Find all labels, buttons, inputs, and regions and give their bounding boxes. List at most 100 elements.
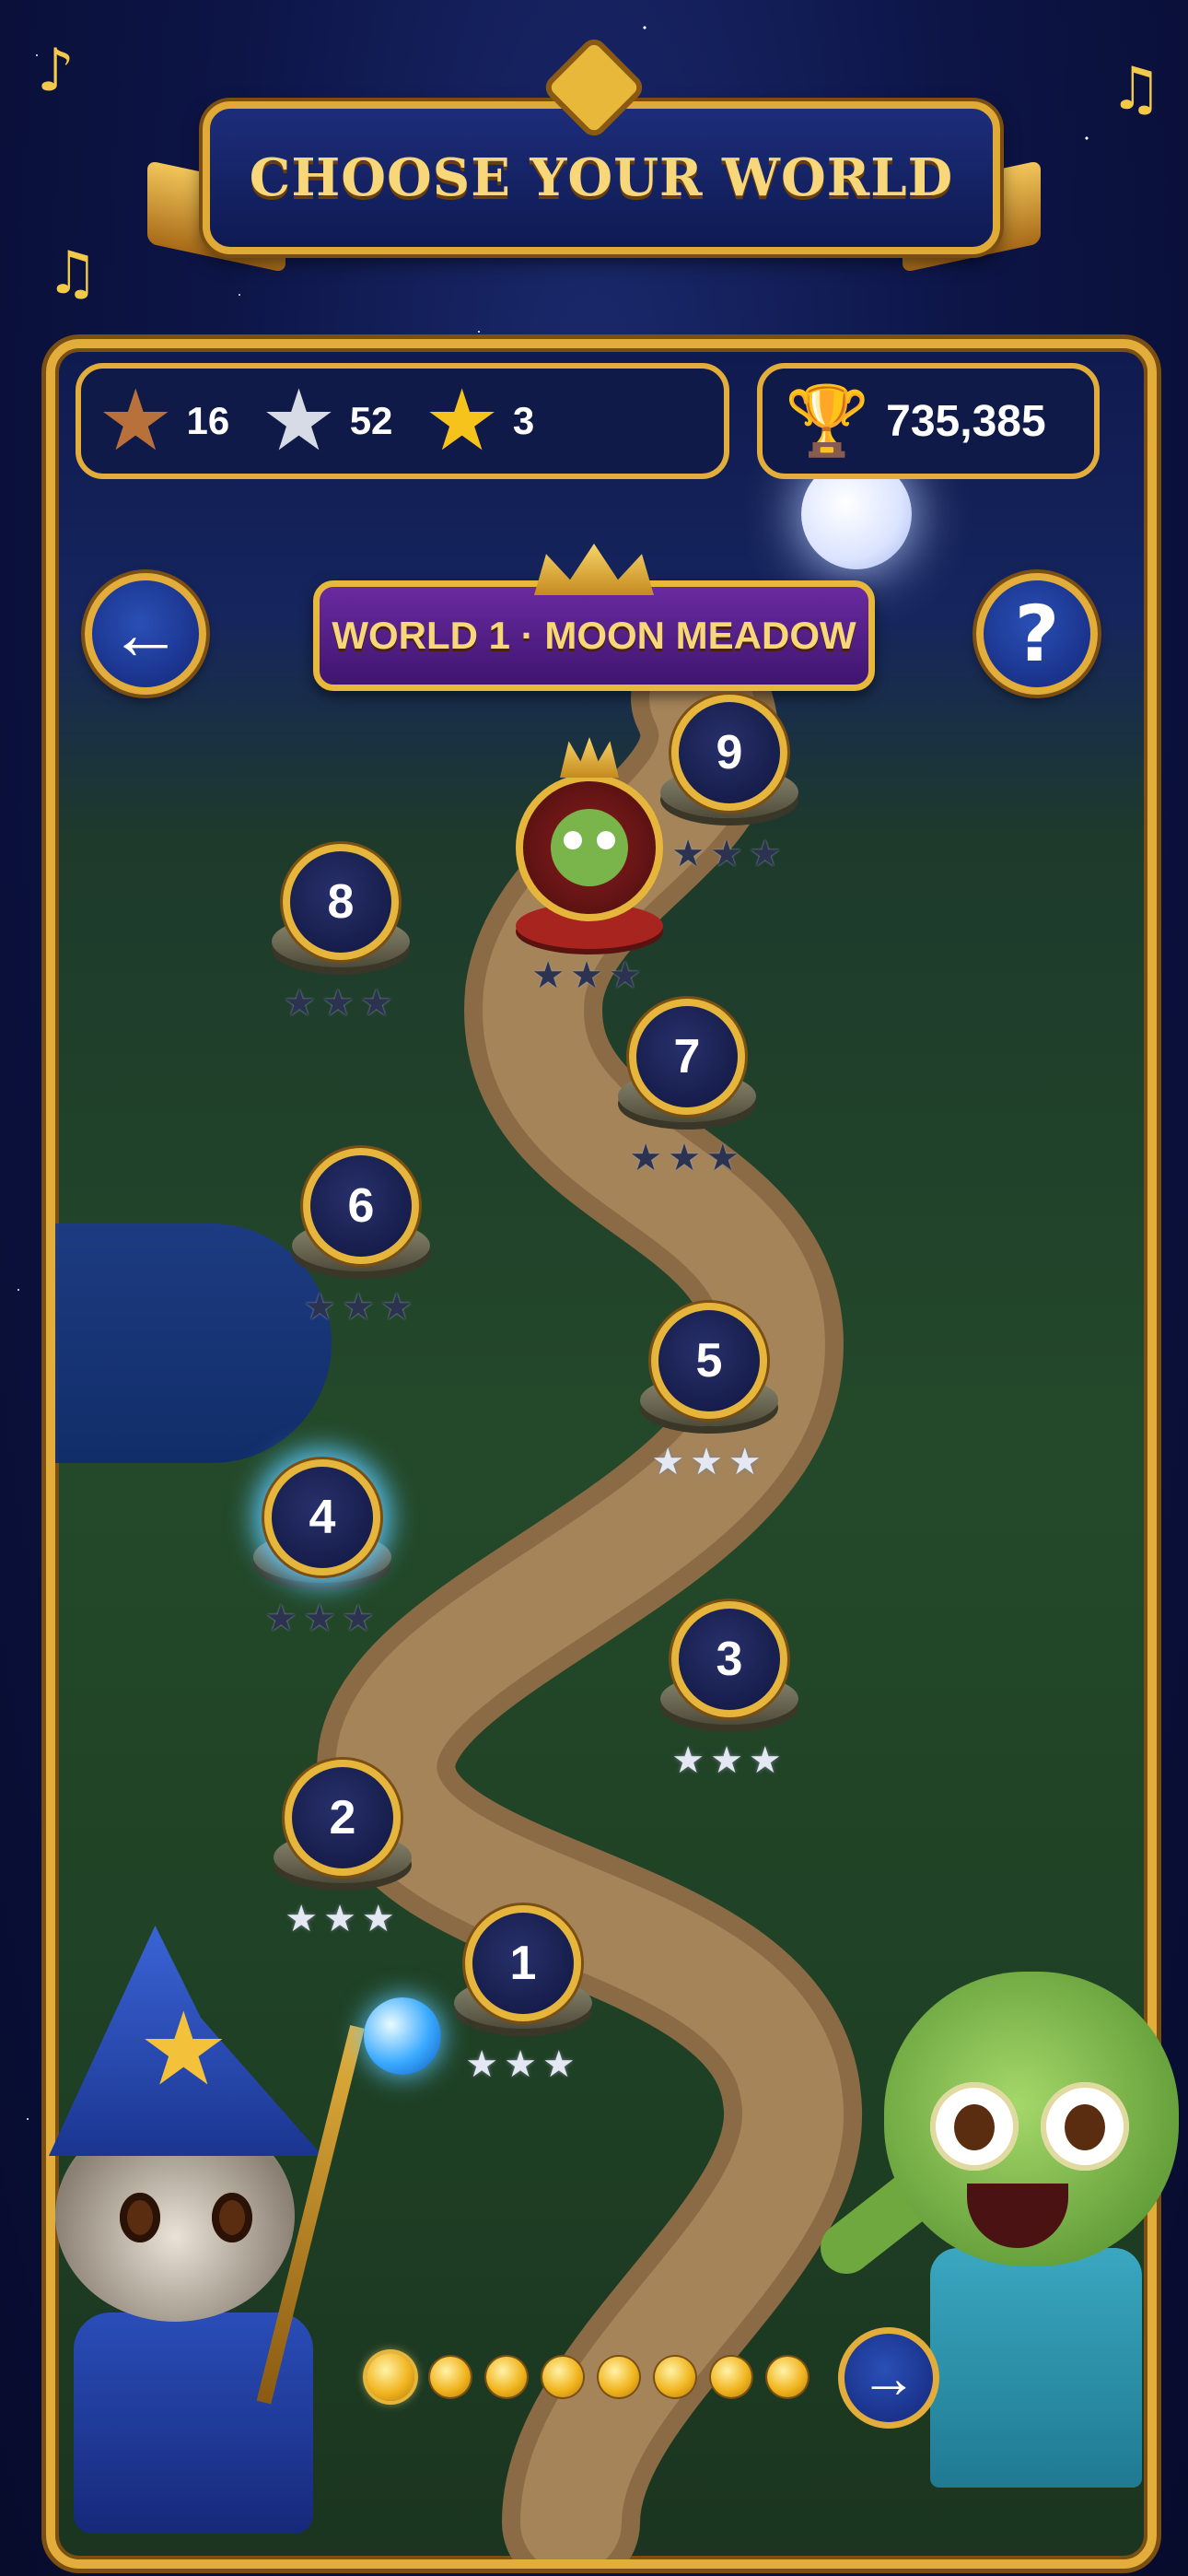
bronze-star-icon: ★ — [98, 371, 174, 470]
level-node-7[interactable]: 7 ★★★ — [618, 999, 756, 1183]
empty-star-icon: ★ — [264, 1598, 304, 1640]
arrow-right-icon: → — [860, 2346, 917, 2410]
page-dot[interactable] — [767, 2357, 808, 2397]
silver-star-icon: ★ — [690, 1441, 728, 1483]
page-dot[interactable] — [542, 2357, 583, 2397]
cat-eye — [212, 2193, 252, 2242]
level-number: 5 — [651, 1303, 767, 1419]
level-stars: ★★★ — [272, 982, 410, 1025]
world-banner: WORLD 1 · MOON MEADOW — [313, 544, 875, 691]
bronze-stars-stat: ★ 16 — [98, 379, 229, 463]
stars-stats-panel: ★ 16 ★ 52 ★ 3 — [76, 363, 729, 479]
level-stars: ★★★ — [618, 1137, 756, 1179]
level-number: 2 — [285, 1760, 401, 1876]
score-panel: 🏆 735,385 — [757, 363, 1100, 479]
level-stars: ★★★ — [660, 833, 798, 875]
level-node-3[interactable]: 3 ★★★ — [660, 1601, 798, 1786]
page-dot[interactable] — [367, 2353, 414, 2401]
level-node-6[interactable]: 6 ★★★ — [292, 1148, 430, 1332]
page-dot[interactable] — [430, 2357, 471, 2397]
empty-star-icon: ★ — [283, 982, 322, 1025]
level-number: 9 — [671, 695, 787, 811]
page-dot[interactable] — [711, 2357, 751, 2397]
level-number: 7 — [629, 999, 745, 1115]
boss-stars: ★★★ — [479, 954, 700, 997]
page-dot[interactable] — [655, 2357, 695, 2397]
silver-star-icon: ★ — [671, 1739, 711, 1782]
music-note-icon: ♪ — [37, 37, 75, 105]
empty-star-icon: ★ — [608, 954, 647, 997]
magic-orb — [364, 1997, 441, 2075]
star-icon: ★ — [138, 1990, 229, 2108]
level-node-8[interactable]: 8 ★★★ — [272, 844, 410, 1028]
gold-star-icon: ★ — [424, 371, 500, 470]
level-stars: ★★★ — [660, 1739, 798, 1782]
empty-star-icon: ★ — [342, 1286, 380, 1329]
level-node-9[interactable]: 9 ★★★ — [660, 695, 798, 879]
level-node-5[interactable]: 5 ★★★ — [640, 1303, 778, 1487]
zombie-boss-icon — [551, 809, 628, 886]
empty-star-icon: ★ — [705, 1137, 745, 1179]
level-node-4[interactable]: 4 ★★★ — [253, 1459, 391, 1644]
level-number: 4 — [264, 1459, 380, 1575]
page-dot[interactable] — [486, 2357, 527, 2397]
world-pager — [367, 2353, 823, 2401]
level-stars: ★★★ — [640, 1441, 778, 1483]
empty-star-icon: ★ — [303, 1286, 343, 1329]
music-note-icon: ♫ — [1110, 55, 1163, 123]
level-stars: ★★★ — [454, 2043, 592, 2086]
crown-icon — [560, 737, 619, 778]
empty-star-icon: ★ — [671, 833, 711, 875]
empty-star-icon: ★ — [379, 1286, 419, 1329]
page-title: CHOOSE YOUR WORLD — [249, 147, 954, 208]
silver-star-icon: ★ — [504, 2043, 542, 2086]
empty-star-icon: ★ — [303, 1598, 342, 1640]
empty-star-icon: ★ — [570, 954, 609, 997]
empty-star-icon: ★ — [531, 954, 571, 997]
silver-star-icon: ★ — [465, 2043, 505, 2086]
empty-star-icon: ★ — [748, 833, 787, 875]
world-plate: WORLD 1 · MOON MEADOW — [313, 580, 875, 691]
bronze-stars-count: 16 — [186, 399, 230, 442]
back-button[interactable]: ← — [85, 573, 206, 695]
level-node-1[interactable]: 1 ★★★ — [454, 1905, 592, 2090]
arrow-left-icon: ← — [109, 592, 182, 674]
title-banner: CHOOSE YOUR WORLD — [147, 41, 1041, 286]
gold-stars-stat: ★ 3 — [424, 379, 534, 463]
total-score: 735,385 — [886, 396, 1046, 446]
empty-star-icon: ★ — [710, 833, 749, 875]
gold-stars-count: 3 — [512, 399, 535, 442]
level-stars: ★★★ — [253, 1598, 391, 1640]
silver-stars-count: 52 — [349, 399, 393, 442]
zombie-eye — [930, 2082, 1019, 2171]
silver-star-icon: ★ — [261, 371, 337, 470]
level-number: 3 — [671, 1601, 787, 1717]
page-dot[interactable] — [599, 2357, 639, 2397]
silver-star-icon: ★ — [748, 1739, 787, 1782]
empty-star-icon: ★ — [341, 1598, 380, 1640]
empty-star-icon: ★ — [321, 982, 360, 1025]
next-world-button[interactable]: → — [838, 2327, 939, 2429]
level-node-2[interactable]: 2 ★★★ — [274, 1760, 412, 1944]
wizard-cat-character: ★ — [0, 1926, 424, 2576]
level-stars: ★★★ — [292, 1286, 430, 1329]
trophy-icon: 🏆 — [785, 381, 870, 461]
level-number: 6 — [303, 1148, 419, 1264]
empty-star-icon: ★ — [629, 1137, 669, 1179]
zombie-character — [809, 1972, 1188, 2576]
silver-star-icon: ★ — [542, 2043, 581, 2086]
zombie-eye — [1041, 2082, 1129, 2171]
silver-stars-stat: ★ 52 — [261, 379, 392, 463]
silver-star-icon: ★ — [710, 1739, 749, 1782]
music-note-icon: ♫ — [46, 240, 99, 308]
empty-star-icon: ★ — [668, 1137, 706, 1179]
help-button[interactable]: ? — [976, 573, 1098, 695]
zombie-shirt — [930, 2248, 1142, 2488]
level-number: 8 — [283, 844, 399, 960]
boss-portrait — [516, 774, 663, 921]
silver-star-icon: ★ — [651, 1441, 691, 1483]
world-title: WORLD 1 · MOON MEADOW — [332, 614, 856, 657]
empty-star-icon: ★ — [359, 982, 399, 1025]
question-icon: ? — [1014, 589, 1060, 679]
cat-eye — [120, 2193, 160, 2242]
